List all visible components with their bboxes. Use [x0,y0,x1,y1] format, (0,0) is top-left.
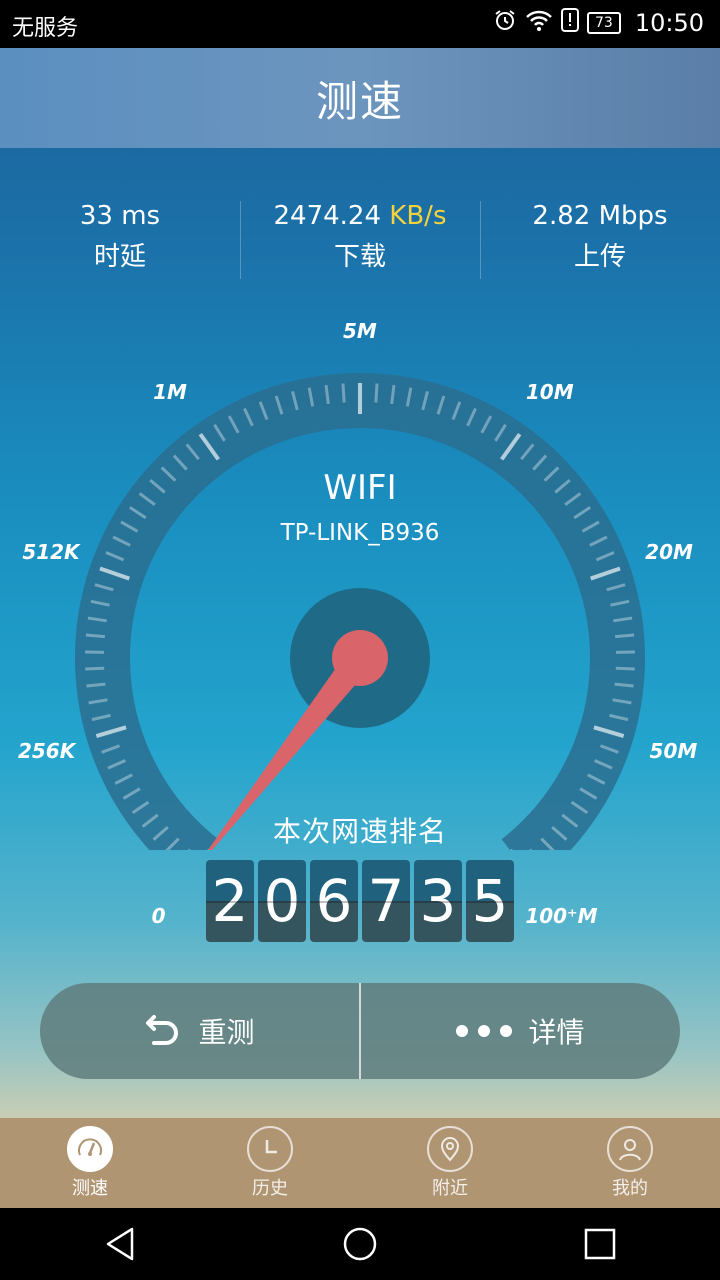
download-label: 下载 [333,242,386,272]
location-pin-icon [427,1126,473,1172]
ranking-digit: 7 [362,860,410,942]
clock-icon [247,1126,293,1172]
latency-label: 时延 [93,242,146,272]
screen: 无服务 73 10:50 测速 33 ms 时延 2474.24 KB/s 下载… [0,0,720,1280]
back-button[interactable] [80,1214,160,1274]
latency-unit: ms [121,201,161,231]
carrier-text: 无服务 [12,16,79,41]
retest-label: 重测 [198,1016,255,1049]
back-triangle-icon [106,1227,134,1261]
gauge-needle-cap [332,630,388,686]
ranking-digit: 6 [310,860,358,942]
battery-indicator: 73 [587,12,621,34]
stat-latency: 33 ms 时延 [0,195,240,285]
download-value: 2474.24 [273,201,382,231]
details-label: 详情 [528,1016,585,1049]
speed-gauge: 0 256K 512K 1M 5M 10M 20M 50M 100⁺M WIFI TP-LINK… [0,319,720,928]
nav-label: 历史 [252,1178,288,1199]
gauge-tick [615,666,635,671]
download-unit: KB/s [389,201,447,231]
gauge-dial [75,373,645,850]
ranking-digits: 2 0 6 7 3 5 [206,860,514,942]
page-title: 测速 [315,76,404,126]
network-type: WIFI [323,468,397,508]
ranking-digit: 5 [466,860,514,942]
upload-value: 2.82 [532,201,591,231]
retest-button[interactable]: 重测 [40,983,359,1079]
latency-value: 33 [79,201,113,231]
home-button[interactable] [320,1214,400,1274]
recents-square-icon [584,1228,616,1260]
gauge-scale-label: 0 [151,903,166,928]
gauge-tick [614,633,635,639]
gauge-tick [86,682,106,688]
details-button[interactable]: 详情 [361,983,680,1079]
nav-label: 附近 [432,1178,468,1199]
speed-stats: 33 ms 时延 2474.24 KB/s 下载 2.82 Mbps 上传 [0,195,720,285]
gauge-tick [341,383,346,403]
nav-item-history[interactable]: 历史 [180,1118,360,1208]
bottom-nav: 测速 历史 附近 我的 [0,1118,720,1208]
stat-download: 2474.24 KB/s 下载 [240,195,480,285]
gauge-tick [614,682,634,688]
speedometer-icon [67,1126,113,1172]
gauge-scale-label: 100⁺M [525,903,598,928]
home-circle-icon [343,1227,377,1261]
gauge-scale-label: 5M [343,319,377,343]
system-nav-bar [0,1208,720,1280]
ranking-digit: 0 [258,860,306,942]
recents-button[interactable] [560,1214,640,1274]
gauge-scale-label: 50M [649,738,698,763]
gauge-scale-label: 256K [17,738,76,763]
nav-item-profile[interactable]: 我的 [540,1118,720,1208]
app-header: 测速 [0,48,720,148]
nav-item-speedtest[interactable]: 测速 [0,1118,180,1208]
undo-icon [144,1009,182,1054]
gauge-tick [374,383,379,403]
status-bar: 无服务 73 10:50 [0,0,720,48]
user-icon [607,1126,653,1172]
clock: 10:50 [634,9,704,37]
upload-label: 上传 [573,242,626,272]
more-dots-icon [456,1025,513,1037]
wifi-icon [525,8,553,38]
gauge-scale-label: 10M [525,379,574,404]
alarm-icon [493,8,517,38]
gauge-tick [85,666,105,671]
status-icons: 73 10:50 [493,8,704,38]
upload-unit: Mbps [598,201,668,231]
ranking-title: 本次网速排名 [272,815,447,848]
nav-item-nearby[interactable]: 附近 [360,1118,540,1208]
ranking-digit: 3 [414,860,462,942]
gauge-tick [85,633,106,639]
action-bar: 重测 详情 [40,983,680,1079]
gauge-scale-label: 1M [153,379,187,404]
nav-label: 我的 [612,1178,648,1199]
stat-upload: 2.82 Mbps 上传 [480,195,720,285]
nav-label: 测速 [72,1178,108,1199]
network-ssid: TP-LINK_B936 [280,520,440,546]
ranking-digit: 2 [206,860,254,942]
alert-icon [561,8,579,38]
